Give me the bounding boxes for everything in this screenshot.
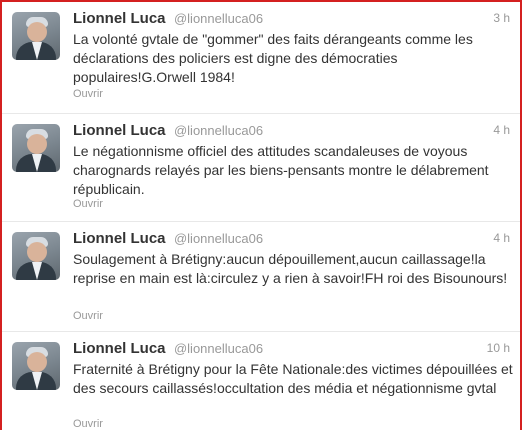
tweet-timestamp[interactable]: 4 h xyxy=(493,231,510,245)
tweet-timestamp[interactable]: 10 h xyxy=(487,341,510,355)
tweet-header: Lionnel Luca @lionnelluca06 4 h xyxy=(73,230,510,250)
author-handle[interactable]: @lionnelluca06 xyxy=(174,123,263,138)
tweet-text: La volonté gvtale de "gommer" des faits … xyxy=(73,31,473,85)
tweet-timestamp[interactable]: 3 h xyxy=(493,11,510,25)
author-handle[interactable]: @lionnelluca06 xyxy=(174,341,263,356)
tweet-text: Soulagement à Brétigny:aucun dépouilleme… xyxy=(73,251,508,286)
tweet-item[interactable]: Lionnel Luca @lionnelluca06 4 h Le négat… xyxy=(2,114,520,222)
tweet-text: Le négationnisme officiel des attitudes … xyxy=(73,143,489,197)
avatar[interactable] xyxy=(12,12,60,60)
open-tweet-link[interactable]: Ouvrir xyxy=(73,418,103,430)
open-tweet-link[interactable]: Ouvrir xyxy=(73,88,103,100)
tweet-timeline: Lionnel Luca @lionnelluca06 3 h La volon… xyxy=(0,0,522,430)
author-name[interactable]: Lionnel Luca xyxy=(73,122,166,139)
tweet-text: Fraternité à Brétigny pour la Fête Natio… xyxy=(73,361,513,396)
tweet-item[interactable]: Lionnel Luca @lionnelluca06 10 h Fratern… xyxy=(2,332,520,430)
tweet-item[interactable]: Lionnel Luca @lionnelluca06 4 h Soulagem… xyxy=(2,222,520,332)
author-name[interactable]: Lionnel Luca xyxy=(73,10,166,27)
tweet-timestamp[interactable]: 4 h xyxy=(493,123,510,137)
tweet-header: Lionnel Luca @lionnelluca06 4 h xyxy=(73,122,510,142)
author-name[interactable]: Lionnel Luca xyxy=(73,340,166,357)
avatar[interactable] xyxy=(12,232,60,280)
tweet-item[interactable]: Lionnel Luca @lionnelluca06 3 h La volon… xyxy=(2,2,520,114)
tweet-header: Lionnel Luca @lionnelluca06 10 h xyxy=(73,340,510,360)
open-tweet-link[interactable]: Ouvrir xyxy=(73,198,103,210)
open-tweet-link[interactable]: Ouvrir xyxy=(73,310,103,322)
avatar[interactable] xyxy=(12,342,60,390)
avatar[interactable] xyxy=(12,124,60,172)
author-name[interactable]: Lionnel Luca xyxy=(73,230,166,247)
tweet-header: Lionnel Luca @lionnelluca06 3 h xyxy=(73,10,510,30)
author-handle[interactable]: @lionnelluca06 xyxy=(174,11,263,26)
author-handle[interactable]: @lionnelluca06 xyxy=(174,231,263,246)
